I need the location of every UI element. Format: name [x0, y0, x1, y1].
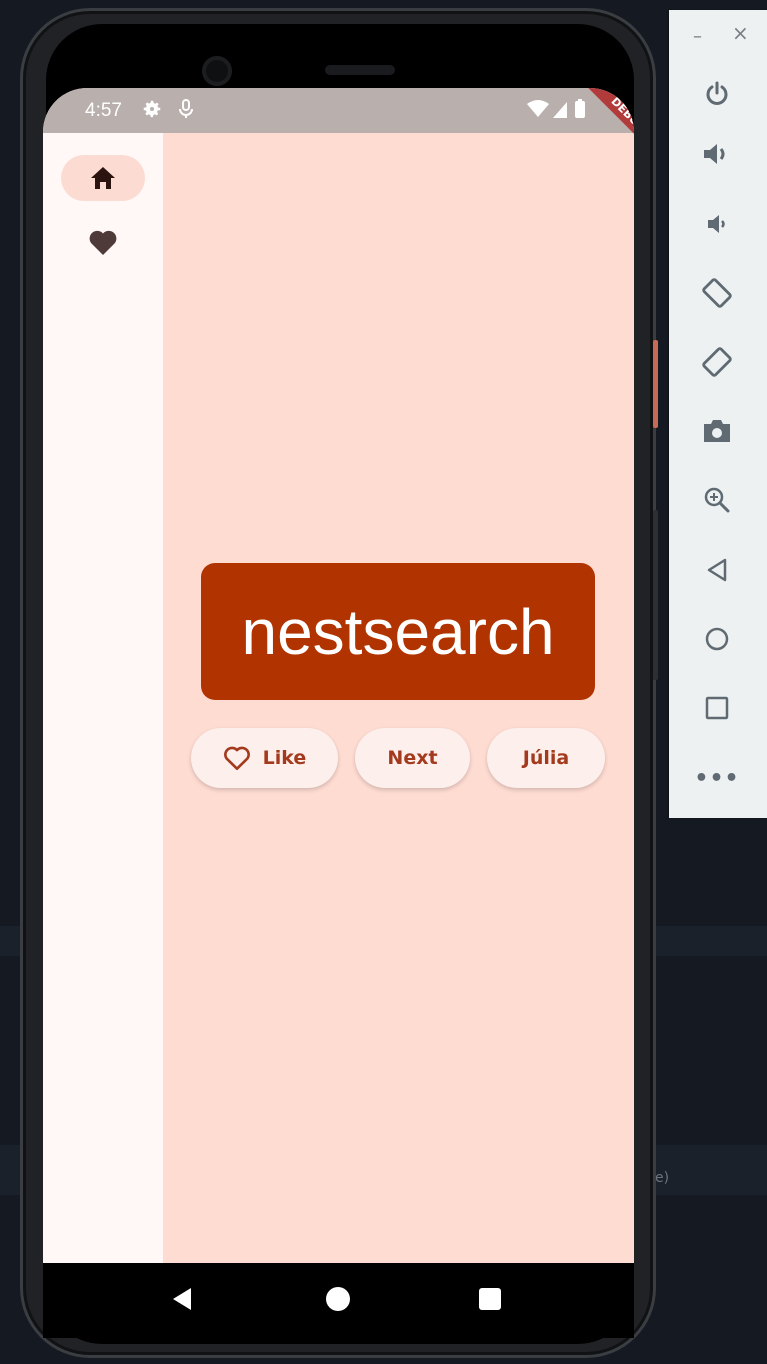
signal-battery-icons — [527, 99, 585, 118]
heart-icon — [89, 230, 117, 255]
volume-up-icon — [704, 144, 725, 164]
front-camera — [202, 56, 232, 86]
minimize-button[interactable]: – — [693, 26, 702, 47]
volume-down-icon — [708, 215, 725, 233]
rail-item-home[interactable] — [61, 155, 145, 201]
rotate-right-icon — [702, 347, 732, 377]
back-icon — [707, 558, 727, 582]
zoom-icon — [704, 487, 730, 513]
camera-icon — [704, 420, 730, 442]
like-label: Like — [262, 747, 307, 769]
like-button[interactable]: Like — [191, 728, 338, 788]
volume-up-button[interactable] — [697, 134, 737, 174]
screenshot-button[interactable] — [697, 411, 737, 451]
rail-item-favorites[interactable] — [61, 219, 145, 265]
ide-background-text: e) — [655, 1170, 670, 1186]
word-pair-card: nestsearch — [201, 563, 595, 700]
android-nav-bar — [43, 1263, 634, 1338]
home-icon — [91, 167, 115, 189]
home-circle-icon — [705, 627, 729, 651]
more-button[interactable]: ••• — [694, 758, 740, 798]
overview-icon — [705, 696, 729, 720]
emulator-toolbar: – × ••• — [669, 10, 767, 818]
app-screen: 4:57 DEBUG nestsearch Like Next Júlia — [43, 88, 634, 1263]
zoom-button[interactable] — [697, 480, 737, 520]
status-time: 4:57 — [85, 100, 122, 121]
next-label: Next — [387, 747, 438, 769]
phone-power-key — [653, 340, 658, 428]
rotate-left-icon — [702, 278, 732, 308]
rotate-left-button[interactable] — [697, 273, 737, 313]
power-button[interactable] — [697, 74, 737, 114]
overview-button[interactable] — [697, 688, 737, 728]
power-icon — [706, 81, 728, 105]
microphone-icon — [179, 99, 193, 118]
earpiece-speaker — [325, 65, 395, 75]
word-pair-text: nestsearch — [241, 595, 555, 668]
user-label: Júlia — [522, 747, 570, 769]
next-button[interactable]: Next — [355, 728, 470, 788]
status-bar: 4:57 — [43, 88, 634, 133]
nav-back-icon[interactable] — [171, 1287, 193, 1311]
more-icon: ••• — [694, 765, 740, 791]
navigation-rail — [43, 133, 163, 1263]
volume-down-button[interactable] — [697, 204, 737, 244]
rotate-right-button[interactable] — [697, 342, 737, 382]
user-button[interactable]: Júlia — [487, 728, 605, 788]
phone-volume-key — [653, 510, 658, 680]
settings-gear-icon — [143, 100, 161, 118]
nav-recents-icon[interactable] — [479, 1288, 501, 1310]
back-button[interactable] — [697, 550, 737, 590]
home-button[interactable] — [697, 619, 737, 659]
nav-home-icon[interactable] — [326, 1287, 350, 1311]
heart-outline-icon — [223, 746, 250, 771]
close-button[interactable]: × — [732, 21, 749, 45]
